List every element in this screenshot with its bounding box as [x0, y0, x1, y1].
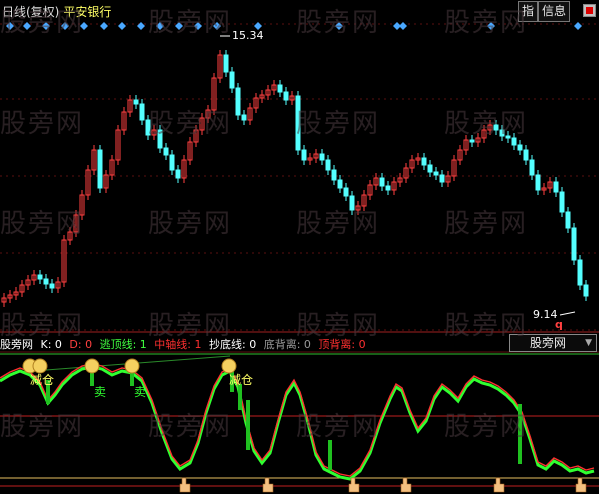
candle-body	[493, 124, 499, 131]
signal-diamond	[80, 22, 88, 30]
signal-diamond	[399, 22, 407, 30]
candle-body	[337, 179, 343, 189]
taoding-value: 逃顶线: 1	[99, 338, 147, 351]
signal-diamond	[6, 22, 14, 30]
signal-bar	[238, 384, 242, 410]
hand-pointer-icon	[179, 477, 191, 493]
signal-diamond	[175, 22, 183, 30]
candle-body	[97, 149, 103, 189]
candle-body	[163, 147, 169, 156]
dibeili-value: 底背离: 0	[263, 338, 311, 351]
candle-body	[421, 157, 427, 166]
candle-body	[175, 169, 181, 179]
candle-body	[295, 95, 301, 151]
candle-body	[43, 278, 49, 285]
candle-body	[379, 177, 385, 187]
hand-pointer-icon	[575, 477, 587, 493]
candle-body	[139, 103, 145, 121]
candle-body	[343, 187, 349, 197]
smiley-face-icon	[84, 358, 100, 374]
candle-body	[157, 129, 163, 149]
k-line	[0, 363, 595, 477]
dingbeili-value: 顶背离: 0	[318, 338, 366, 351]
d-value: D: 0	[69, 338, 93, 351]
candle-body	[571, 227, 577, 261]
candle-body	[505, 135, 511, 139]
smiley-face-icon	[124, 358, 140, 374]
signal-diamond	[42, 22, 50, 30]
candle-body	[277, 84, 283, 93]
candle-body	[37, 274, 43, 280]
signal-bar	[518, 404, 522, 464]
d-line	[0, 365, 595, 481]
candle-body	[331, 169, 337, 181]
signal-diamond	[118, 22, 126, 30]
indicator-selector[interactable]: 股旁网 ▼	[509, 334, 597, 352]
candle-body	[169, 154, 175, 171]
k-value: K: 0	[40, 338, 62, 351]
chevron-down-icon: ▼	[585, 338, 592, 348]
candle-body	[235, 87, 241, 116]
signal-diamond	[61, 22, 69, 30]
candle-body	[145, 119, 151, 136]
candle-body	[529, 159, 535, 176]
signal-diamond	[194, 22, 202, 30]
zhongzhou-value: 中轴线: 1	[154, 338, 202, 351]
candle-body	[385, 185, 391, 191]
signal-diamond	[23, 22, 31, 30]
signal-bar	[246, 400, 250, 450]
candle-body	[439, 174, 445, 183]
signal-diamond	[100, 22, 108, 30]
candle-body	[229, 71, 235, 89]
indicator-bar: 股旁网 K: 0 D: 0 逃顶线: 1 中轴线: 1 抄底线: 0 底背离: …	[0, 336, 370, 352]
candle-body	[535, 174, 541, 191]
candle-body	[325, 159, 331, 171]
candle-body	[349, 195, 355, 211]
hand-pointer-icon	[493, 477, 505, 493]
chaodi-value: 抄底线: 0	[209, 338, 257, 351]
signal-label: 减仓	[229, 373, 253, 387]
candle-body	[511, 137, 517, 146]
signal-diamond	[335, 22, 343, 30]
candle-body	[469, 139, 475, 143]
candle-body	[553, 181, 559, 193]
candle-body	[283, 91, 289, 101]
candle-body	[433, 171, 439, 176]
candle-body	[517, 144, 523, 151]
indicator-selector-label: 股旁网	[530, 336, 567, 350]
candle-body	[223, 54, 229, 73]
candle-body	[565, 211, 571, 229]
q-marker: q	[555, 318, 563, 331]
signal-diamond	[137, 22, 145, 30]
signal-diamond	[487, 22, 495, 30]
signal-diamond	[213, 22, 221, 30]
candle-body	[133, 99, 139, 105]
candle-body	[319, 153, 325, 161]
candle-body	[523, 149, 529, 161]
signal-label: 卖	[94, 385, 106, 399]
high-price-label: 15.34	[232, 29, 264, 42]
signal-diamond	[574, 22, 582, 30]
signal-label: 卖	[134, 385, 146, 399]
signal-label: 减仓	[30, 373, 54, 387]
candle-body	[427, 164, 433, 173]
low-price-label: 9.14	[533, 308, 558, 321]
candle-body	[301, 149, 307, 161]
hand-pointer-icon	[262, 477, 274, 493]
signal-diamond	[156, 22, 164, 30]
candle-body	[241, 114, 247, 121]
signal-bar	[328, 440, 332, 470]
low-pointer	[559, 311, 576, 316]
smiley-face-icon	[32, 358, 48, 374]
chart-canvas[interactable]: 减仓卖 卖 减仓	[0, 0, 599, 494]
candle-body	[583, 284, 589, 297]
candle-body	[49, 283, 55, 289]
candle-body	[499, 129, 505, 137]
smiley-face-icon	[221, 358, 237, 374]
hand-pointer-icon	[400, 477, 412, 493]
candle-body	[559, 191, 565, 213]
indicator-name[interactable]: 股旁网	[0, 338, 33, 351]
candle-body	[577, 259, 583, 286]
